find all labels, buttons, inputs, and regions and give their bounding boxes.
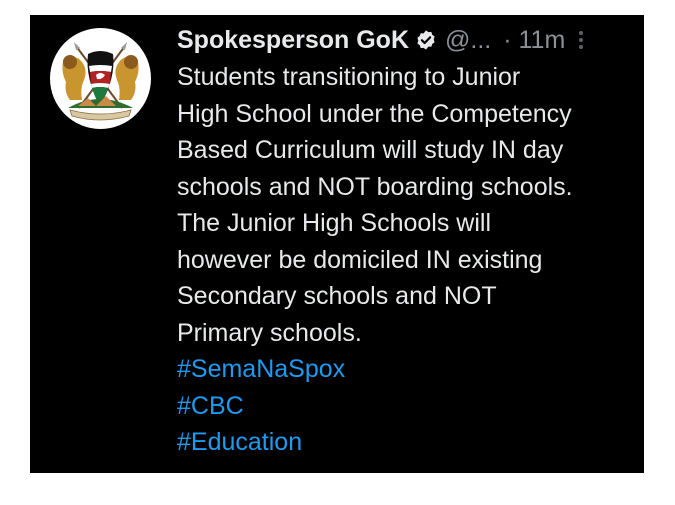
hashtag-link[interactable]: #SemaNaSpox: [177, 351, 637, 388]
tweet-text-line: The Junior High Schools will: [177, 209, 492, 237]
tweet-text-line: Secondary schools and NOT: [177, 282, 497, 310]
more-vertical-icon[interactable]: [577, 28, 585, 52]
avatar[interactable]: [50, 28, 151, 129]
verified-badge-icon: [415, 29, 437, 51]
kenya-coat-of-arms-icon: [62, 42, 139, 121]
tweet-card: Spokesperson GoK @... · 11m Students tra…: [30, 15, 644, 473]
tweet-timestamp[interactable]: · 11m: [503, 26, 565, 55]
tweet-content: Spokesperson GoK @... · 11m Students tra…: [177, 21, 637, 461]
tweet-text: Students transitioning to Junior High Sc…: [177, 59, 637, 461]
tweet-text-line: schools and NOT boarding schools.: [177, 172, 573, 201]
tweet-text-line: Primary schools.: [177, 318, 362, 347]
author-name[interactable]: Spokesperson GoK: [177, 26, 409, 55]
hashtag-link[interactable]: #Education: [177, 424, 637, 461]
tweet-text-line: Based Curriculum will study IN day: [177, 136, 564, 164]
tweet-text-line: Students transitioning to Junior: [177, 63, 521, 91]
tweet-text-line: however be domiciled IN existing: [177, 245, 543, 274]
hashtag-link[interactable]: #CBC: [177, 388, 637, 425]
tweet-text-line: High School under the Competency: [177, 99, 572, 128]
author-handle[interactable]: @...: [445, 26, 491, 55]
tweet-header: Spokesperson GoK @... · 11m: [177, 21, 637, 59]
